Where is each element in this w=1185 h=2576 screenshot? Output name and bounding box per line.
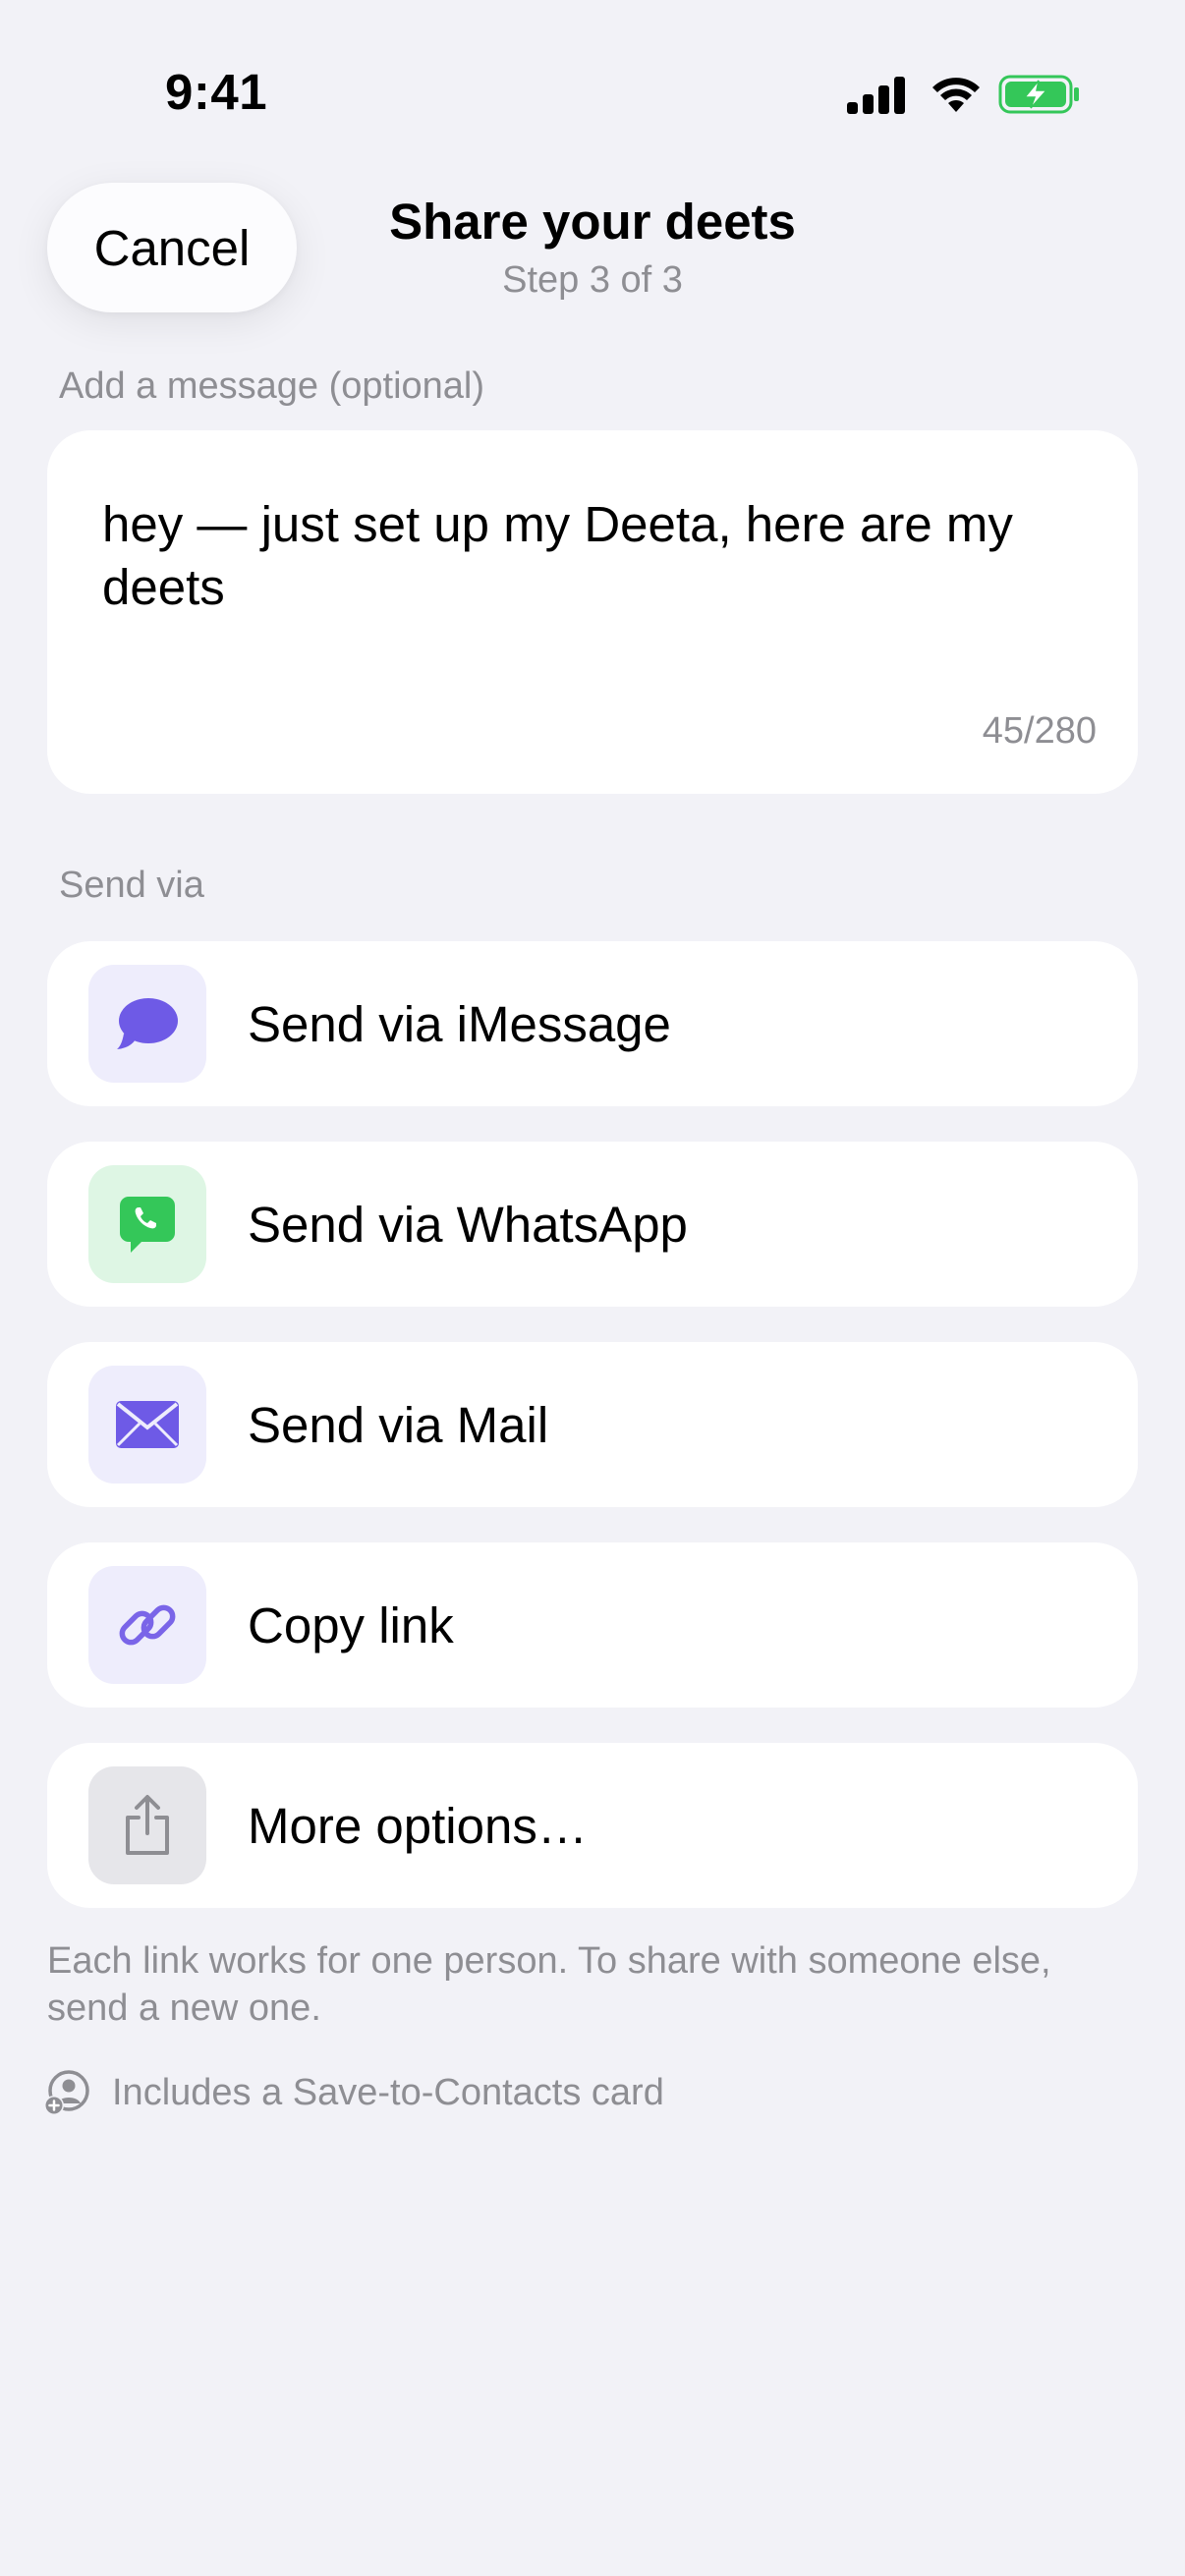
page-title: Share your deets xyxy=(389,194,796,250)
share-icon xyxy=(88,1766,206,1884)
link-icon xyxy=(88,1566,206,1684)
more-options-button[interactable]: More options… xyxy=(47,1743,1138,1908)
cellular-signal-icon xyxy=(847,77,905,114)
status-time: 9:41 xyxy=(165,64,268,120)
message-bubble-icon xyxy=(88,965,206,1083)
option-label: More options… xyxy=(248,1797,588,1854)
whatsapp-icon xyxy=(88,1165,206,1283)
send-imessage-button[interactable]: Send via iMessage xyxy=(47,941,1138,1106)
mail-icon xyxy=(88,1366,206,1484)
option-label: Send via WhatsApp xyxy=(248,1196,688,1253)
message-text[interactable]: hey — just set up my Deeta, here are my … xyxy=(102,493,1085,619)
send-whatsapp-button[interactable]: Send via WhatsApp xyxy=(47,1142,1138,1307)
contact-add-icon xyxy=(44,2070,89,2115)
step-indicator: Step 3 of 3 xyxy=(502,259,683,301)
single-use-link-note: Each link works for one person. To share… xyxy=(47,1940,1051,2029)
option-label: Copy link xyxy=(248,1596,454,1653)
copy-link-button[interactable]: Copy link xyxy=(47,1542,1138,1708)
send-via-section-label: Send via xyxy=(59,865,204,906)
battery-charging-icon xyxy=(998,75,1079,114)
option-label: Send via Mail xyxy=(248,1396,549,1453)
character-count: 45/280 xyxy=(982,710,1097,752)
contacts-card-text: Includes a Save-to-Contacts card xyxy=(112,2071,664,2113)
wifi-icon xyxy=(932,78,980,112)
contacts-card-note: Includes a Save-to-Contacts card xyxy=(43,2067,664,2118)
option-label: Send via iMessage xyxy=(248,995,671,1052)
message-section-label: Add a message (optional) xyxy=(59,365,485,407)
share-screen: 9:41 Cancel Share your deets Step 3 of 3… xyxy=(0,0,1185,2576)
message-input[interactable]: hey — just set up my Deeta, here are my … xyxy=(47,430,1138,794)
send-mail-button[interactable]: Send via Mail xyxy=(47,1342,1138,1507)
